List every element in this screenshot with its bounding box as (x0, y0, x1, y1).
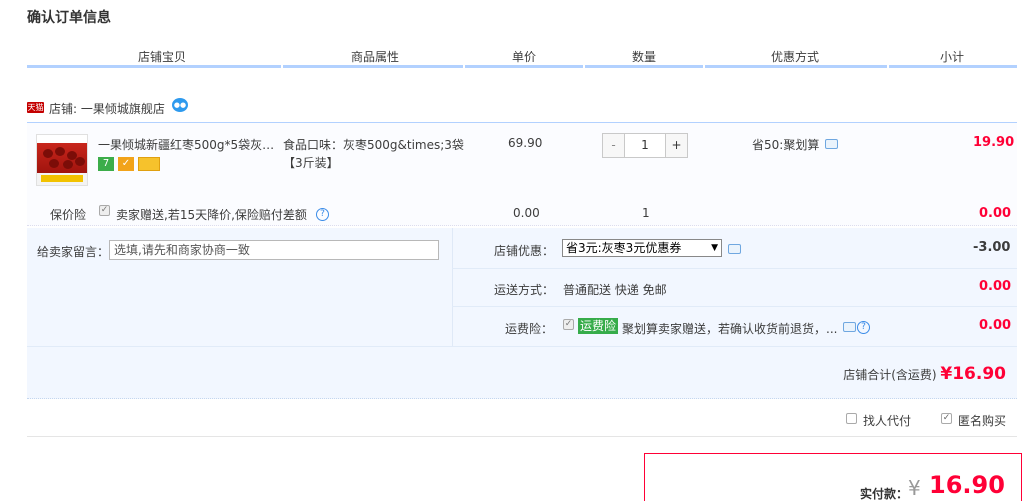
coupon-info-icon[interactable] (728, 244, 741, 254)
freight-insurance-label: 运费险： (505, 322, 554, 336)
shipping-amount: 0.00 (979, 279, 1012, 294)
promo-label: 省50:聚划算 (752, 138, 820, 152)
header-quantity: 数量 (631, 50, 656, 64)
product-thumbnail[interactable] (36, 134, 88, 186)
help-icon[interactable]: ? (316, 208, 329, 221)
header-subtotal: 小计 (939, 50, 964, 64)
authentic-guarantee-icon: ✓ (118, 157, 134, 171)
shop-discount-amount: -3.00 (973, 240, 1011, 255)
header-attributes: 商品属性 (350, 50, 399, 64)
seven-day-return-icon: 7 (98, 157, 114, 171)
product-title-link[interactable]: 一果倾城新疆红枣500g*5袋灰… (98, 136, 273, 153)
message-label: 给卖家留言： (37, 245, 110, 259)
freight-help-icon[interactable]: ? (857, 321, 870, 334)
currency-symbol: ¥ (908, 476, 921, 500)
header-unit-price: 单价 (511, 50, 536, 64)
coupon-select[interactable]: 省3元:灰枣3元优惠券 ▼ (562, 239, 722, 257)
promo-detail-icon[interactable] (825, 139, 838, 149)
anonymous-checkbox[interactable]: ✓ (941, 413, 952, 424)
shop-total-amount: ¥16.90 (940, 364, 1006, 384)
table-header: 店铺宝贝 商品属性 单价 数量 优惠方式 小计 (27, 44, 1017, 68)
shop-name-link[interactable]: 店铺: 一果倾城旗舰店 (49, 100, 165, 117)
insurance-qty: 1 (642, 206, 650, 220)
freight-info-icon[interactable] (843, 322, 856, 332)
quantity-stepper: - 1 + (602, 133, 688, 158)
sku-flavor: 食品口味：灰枣500g&times;3袋 (283, 138, 464, 152)
shipping-method: 普通配送 快递 免邮 (563, 283, 667, 297)
unit-price: 69.90 (508, 136, 543, 150)
freight-insurance-checkbox: ✓ (563, 319, 574, 330)
wangwang-chat-icon[interactable]: ●● (172, 98, 188, 112)
header-discount: 优惠方式 (770, 50, 819, 64)
actual-payment-amount: 16.90 (929, 471, 1005, 499)
sku-package: 【3斤装】 (283, 156, 339, 170)
tmall-badge: 天猫 (27, 102, 44, 113)
freight-insurance-amount: 0.00 (979, 318, 1012, 333)
actual-payment-label: 实付款： (860, 487, 909, 501)
insurance-price: 0.00 (513, 206, 540, 220)
header-shop-item: 店铺宝贝 (137, 50, 186, 64)
page-title: 确认订单信息 (27, 10, 111, 26)
freight-insurance-tag: 运费险 (578, 318, 619, 334)
seller-message-input[interactable]: 选填,请先和商家协商一致 (109, 240, 439, 260)
dropdown-arrow-icon: ▼ (711, 243, 718, 253)
shop-total-label: 店铺合计(含运费) (843, 368, 937, 382)
anonymous-label[interactable]: 匿名购买 (958, 412, 1006, 429)
freight-insurance-text: 聚划算卖家赠送，若确认收货前退货，... (622, 322, 838, 336)
increase-quantity-button[interactable]: + (665, 134, 687, 157)
item-subtotal: 19.90 (973, 135, 1015, 150)
insurance-amount: 0.00 (979, 206, 1012, 221)
shipping-label: 运送方式： (494, 283, 555, 297)
decrease-quantity-button[interactable]: - (603, 134, 625, 157)
shop-total: 店铺合计(含运费) ¥16.90 (843, 364, 1006, 384)
pay-for-me-label[interactable]: 找人代付 (863, 412, 911, 429)
insurance-label: 保价险 (50, 208, 87, 222)
coupon-select-value: 省3元:灰枣3元优惠券 (566, 241, 682, 255)
shop-discount-label: 店铺优惠： (494, 244, 555, 258)
insurance-checkbox: ✓ (99, 205, 110, 216)
insurance-text: 卖家赠送,若15天降价,保险赔付差额 (116, 208, 307, 222)
credit-card-icon (138, 157, 160, 171)
quantity-input[interactable]: 1 (625, 134, 665, 157)
pay-for-me-checkbox[interactable] (846, 413, 857, 424)
